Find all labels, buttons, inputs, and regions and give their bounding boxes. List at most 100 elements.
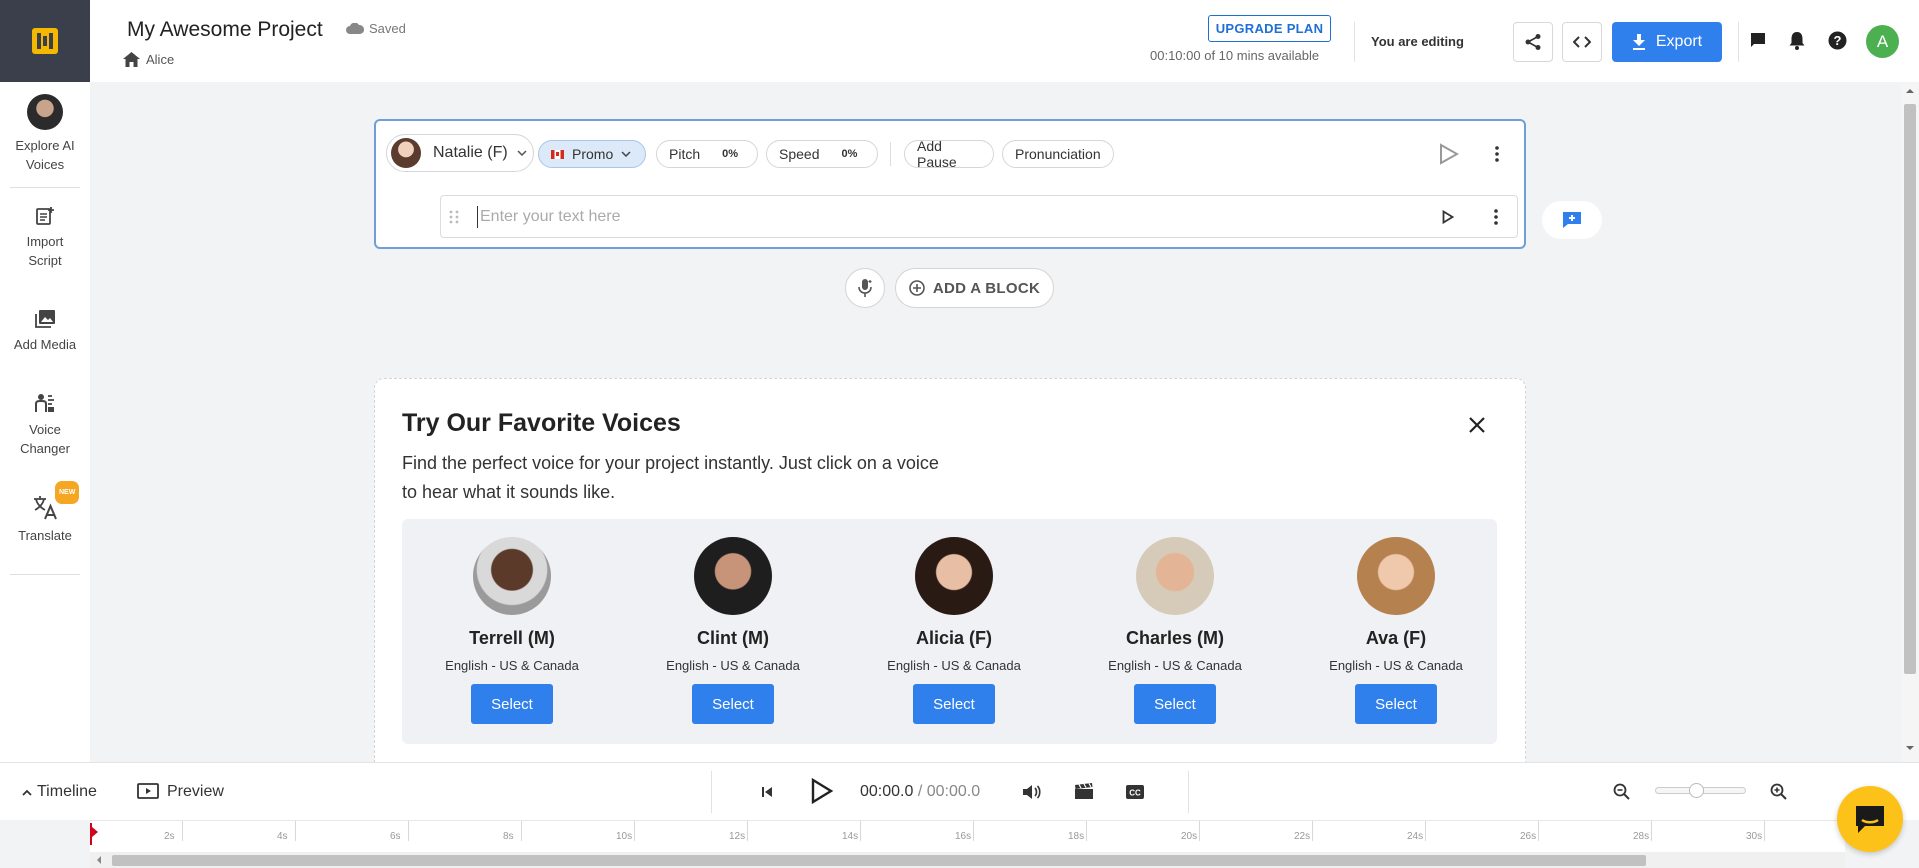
pitch-value: 0% [722, 148, 739, 160]
ruler-tick [1425, 821, 1426, 841]
record-voice-button[interactable] [845, 268, 885, 308]
sidebar-item-label: Explore AI Voices [15, 138, 75, 172]
scroll-down-icon[interactable] [1905, 745, 1915, 751]
play-row-button[interactable] [1442, 210, 1454, 224]
zoom-slider-thumb[interactable] [1689, 783, 1704, 798]
ruler-tick-label: 26s [1520, 831, 1537, 842]
more-vertical-icon [1494, 209, 1498, 225]
share-icon [1525, 34, 1541, 50]
voice-card-alicia[interactable]: Alicia (F) English - US & Canada Select [854, 537, 1054, 724]
drag-handle-icon[interactable] [449, 209, 459, 225]
zoom-in-button[interactable] [1770, 783, 1787, 800]
notifications-button[interactable] [1788, 31, 1806, 50]
editing-status: You are editing [1371, 34, 1464, 49]
scroll-up-icon[interactable] [1905, 88, 1915, 94]
scrollbar-thumb[interactable] [1904, 104, 1916, 674]
pitch-control[interactable]: Pitch 0% [656, 140, 758, 168]
user-avatar[interactable]: A [1866, 25, 1899, 58]
timeline-ruler[interactable]: 2s 4s 6s 8s 10s 12s 14s 16s 18s 20s 22s 24s 26s 28s 30… [90, 820, 1845, 852]
select-voice-button[interactable]: Select [692, 684, 774, 724]
voice-name: Natalie (F) [433, 144, 508, 161]
ruler-tick [1086, 821, 1087, 841]
preview-icon [137, 783, 159, 799]
comments-button[interactable] [1749, 31, 1767, 49]
select-voice-button[interactable]: Select [913, 684, 995, 724]
style-selector[interactable]: Promo [538, 140, 646, 168]
play-icon [1440, 143, 1459, 165]
help-button[interactable]: ? [1828, 31, 1847, 50]
divider [890, 142, 891, 166]
sidebar-item-voice-changer[interactable]: Voice Changer [0, 392, 90, 458]
play-block-button[interactable] [1439, 143, 1459, 165]
volume-button[interactable] [1022, 783, 1042, 801]
embed-code-button[interactable] [1562, 22, 1602, 62]
scroll-left-icon[interactable] [96, 856, 102, 864]
play-icon [811, 778, 834, 804]
svg-text:?: ? [1834, 33, 1842, 48]
close-panel-button[interactable] [1468, 416, 1486, 434]
project-title[interactable]: My Awesome Project [127, 18, 323, 42]
playhead-marker-icon[interactable] [90, 823, 98, 845]
add-pause-button[interactable]: Add Pause [904, 138, 994, 170]
voice-card-charles[interactable]: Charles (M) English - US & Canada Select [1075, 537, 1275, 724]
voice-avatar [694, 537, 772, 615]
pitch-label: Pitch [669, 146, 701, 162]
voice-name: Alicia (F) [915, 628, 992, 648]
script-text-input[interactable] [477, 206, 1377, 228]
support-chat-button[interactable] [1837, 786, 1903, 852]
ruler-tick [1538, 821, 1539, 841]
sidebar-item-label: Import Script [26, 234, 64, 268]
sidebar-item-add-media[interactable]: Add Media [0, 309, 90, 354]
logo-mark-icon [32, 28, 58, 54]
upgrade-plan-button[interactable]: UPGRADE PLAN [1208, 15, 1331, 42]
sidebar-item-translate[interactable]: NEW Translate [0, 481, 90, 545]
voice-avatar [473, 537, 551, 615]
voice-selector[interactable]: Natalie (F) [386, 134, 534, 172]
sidebar-item-import-script[interactable]: Import Script [0, 206, 90, 270]
play-button[interactable] [810, 778, 834, 804]
divider [1738, 22, 1739, 62]
time-separator: / [917, 783, 923, 800]
row-menu-button[interactable] [1494, 209, 1498, 225]
app-logo[interactable] [0, 0, 90, 82]
ruler-tick-label: 14s [842, 831, 859, 842]
scrollbar-thumb[interactable] [112, 855, 1646, 866]
voice-avatar [391, 138, 421, 168]
timeline-toggle[interactable]: Timeline [22, 783, 97, 801]
voice-card-terrell[interactable]: Terrell (M) English - US & Canada Select [412, 537, 612, 724]
ruler-tick-label: 22s [1294, 831, 1311, 842]
sidebar-item-explore-ai-voices[interactable]: Explore AI Voices [0, 94, 90, 174]
home-icon[interactable] [123, 52, 140, 67]
preview-button[interactable]: Preview [137, 783, 224, 801]
voice-card-ava[interactable]: Ava (F) English - US & Canada Select [1296, 537, 1496, 724]
horizontal-scrollbar[interactable] [90, 852, 1845, 868]
add-block-button[interactable]: ADD A BLOCK [895, 268, 1054, 308]
play-icon [1442, 210, 1454, 224]
chevron-down-icon [517, 150, 527, 156]
add-comment-button[interactable] [1542, 201, 1602, 239]
share-button[interactable] [1513, 22, 1553, 62]
saved-label: Saved [369, 21, 406, 36]
zoom-slider[interactable] [1655, 783, 1746, 798]
select-voice-button[interactable]: Select [1134, 684, 1216, 724]
divider [1354, 22, 1355, 62]
zoom-out-button[interactable] [1613, 783, 1630, 800]
skip-to-start-button[interactable] [761, 786, 773, 798]
plus-circle-icon [909, 280, 925, 296]
block-menu-button[interactable] [1495, 146, 1499, 162]
scene-button[interactable] [1074, 783, 1094, 800]
canada-flag-icon [551, 149, 564, 159]
code-icon [1573, 36, 1591, 48]
speed-control[interactable]: Speed 0% [766, 140, 878, 168]
vertical-scrollbar[interactable] [1901, 82, 1919, 762]
sidebar-item-label: Translate [18, 528, 72, 543]
pronunciation-button[interactable]: Pronunciation [1002, 140, 1114, 168]
select-voice-button[interactable]: Select [1355, 684, 1437, 724]
breadcrumb-user[interactable]: Alice [146, 52, 174, 67]
export-button[interactable]: Export [1612, 22, 1722, 62]
save-status: Saved [346, 21, 406, 36]
ruler-tick [1199, 821, 1200, 841]
select-voice-button[interactable]: Select [471, 684, 553, 724]
voice-card-clint[interactable]: Clint (M) English - US & Canada Select [633, 537, 833, 724]
captions-button[interactable]: CC [1125, 784, 1145, 800]
